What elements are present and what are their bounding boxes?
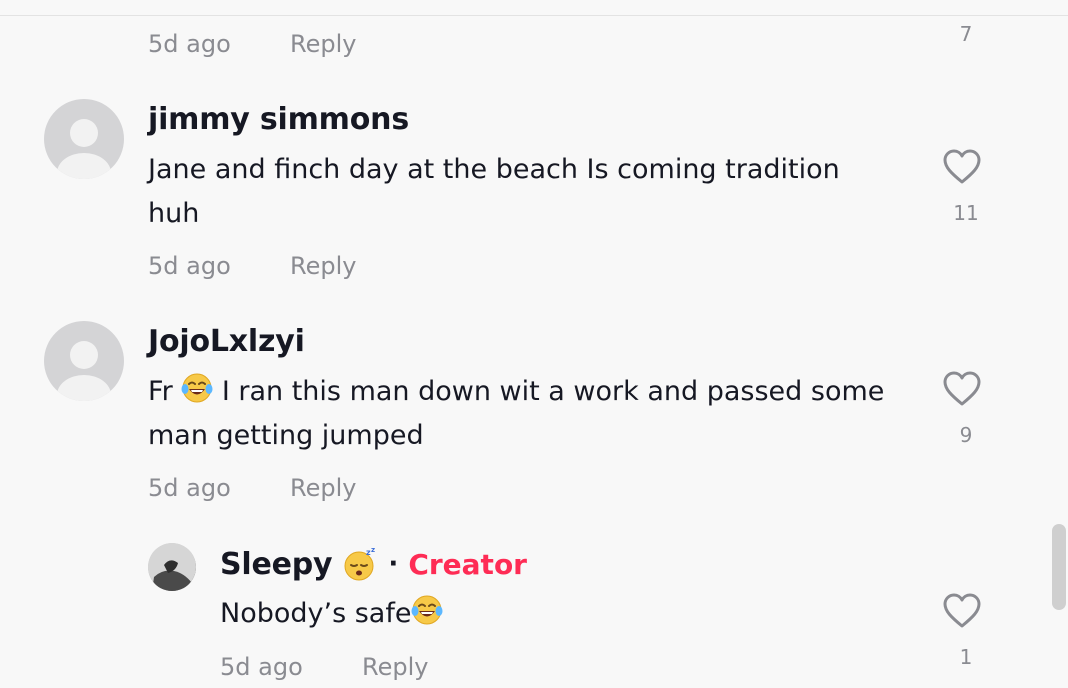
- reply-button[interactable]: Reply: [362, 653, 428, 681]
- comment-username[interactable]: jimmy simmons: [148, 102, 409, 137]
- creator-badge: Creator: [408, 547, 527, 581]
- heart-outline-icon[interactable]: [943, 149, 981, 185]
- comments-panel: 5d ago Reply 7 jimmy simmons Jane and fi…: [0, 0, 1068, 688]
- comment-time: 5d ago: [148, 252, 231, 280]
- creator-avatar[interactable]: [148, 543, 196, 591]
- like-count: 11: [953, 201, 979, 225]
- heart-outline-icon[interactable]: [943, 371, 981, 407]
- comment-text-end: I ran this man down wit a work and passe…: [148, 376, 885, 451]
- reply-header: Sleepy z z · Creator: [220, 546, 527, 582]
- reply-button[interactable]: Reply: [290, 474, 356, 502]
- like-count: 9: [959, 423, 973, 447]
- reply-text: Nobody’s safe: [220, 592, 820, 636]
- default-avatar-icon[interactable]: [44, 321, 124, 401]
- comment-text-start: Fr: [148, 376, 182, 407]
- reply-time: 5d ago: [220, 653, 303, 681]
- sleeping-face-emoji: z z: [344, 546, 376, 581]
- like-count: 1: [959, 645, 973, 669]
- comment-time: 5d ago: [148, 474, 231, 502]
- top-divider: [0, 15, 1068, 16]
- heart-outline-icon[interactable]: [943, 593, 981, 629]
- tears-of-joy-emoji: [181, 373, 213, 403]
- comment-time: 5d ago: [148, 30, 231, 58]
- reply-button[interactable]: Reply: [290, 252, 356, 280]
- creator-separator: ·: [388, 549, 399, 579]
- comment-text: Fr I ran this man down wit a work and pa…: [148, 370, 888, 458]
- default-avatar-icon[interactable]: [44, 99, 124, 179]
- reply-username[interactable]: Sleepy: [220, 547, 333, 582]
- like-count: 7: [959, 22, 973, 46]
- svg-text:z: z: [371, 546, 375, 554]
- comment-username[interactable]: JojoLxlzyi: [148, 324, 305, 359]
- reply-button[interactable]: Reply: [290, 30, 356, 58]
- comment-text: Jane and finch day at the beach Is comin…: [148, 154, 840, 229]
- scrollbar-thumb[interactable]: [1052, 524, 1066, 610]
- tears-of-joy-emoji: [411, 595, 443, 625]
- reply-text-content: Nobody’s safe: [220, 598, 412, 629]
